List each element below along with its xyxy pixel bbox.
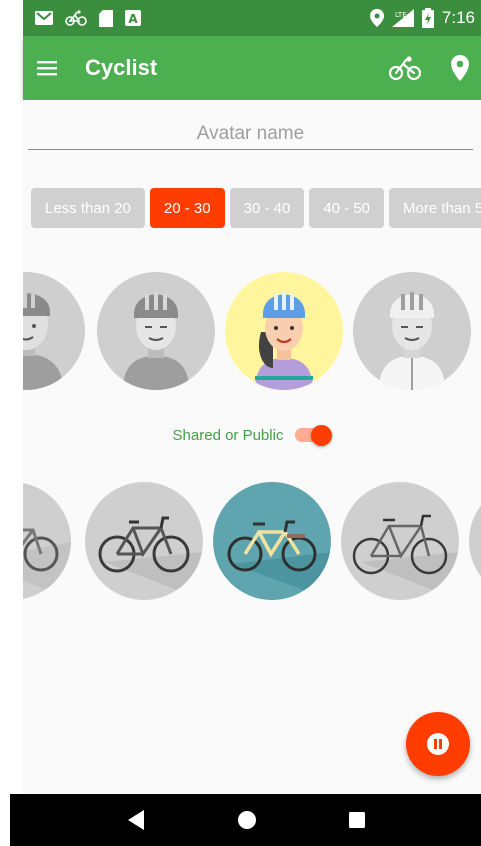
home-icon[interactable] — [237, 810, 257, 830]
shared-public-row: Shared or Public — [23, 425, 481, 446]
bike-2[interactable] — [85, 482, 203, 600]
switch-thumb — [311, 425, 333, 446]
bike-carousel — [23, 482, 481, 600]
menu-icon[interactable] — [35, 56, 59, 80]
a-notification-icon: A — [125, 10, 141, 26]
bike-notification-icon — [65, 10, 87, 26]
avatar-male-1[interactable] — [23, 272, 85, 390]
age-chip-20-30[interactable]: 20 - 30 — [149, 188, 225, 228]
battery-icon — [421, 8, 434, 28]
bike-4[interactable] — [341, 482, 459, 600]
location-pin-icon[interactable] — [451, 55, 469, 81]
avatar-carousel — [23, 272, 481, 390]
svg-text:LTE: LTE — [395, 11, 407, 19]
signal-icon: LTE — [391, 9, 414, 27]
app-bar: Cyclist — [23, 36, 481, 100]
status-bar: A LTE 7:16 — [23, 0, 481, 36]
pause-fab[interactable] — [406, 712, 470, 776]
recents-icon[interactable] — [348, 811, 366, 829]
avatar-name-input[interactable] — [28, 118, 473, 150]
bike-1[interactable] — [23, 482, 71, 600]
avatar-female-1-selected[interactable] — [225, 272, 343, 390]
age-chip-more-than-50[interactable]: More than 50 — [389, 188, 481, 228]
age-chip-less-than-20[interactable]: Less than 20 — [31, 188, 145, 228]
pause-icon — [427, 733, 449, 755]
system-nav-bar — [10, 794, 481, 846]
content-area: Less than 20 20 - 30 30 - 40 40 - 50 Mor… — [23, 100, 481, 794]
back-icon[interactable] — [126, 809, 146, 831]
age-chip-30-40[interactable]: 30 - 40 — [229, 188, 305, 228]
gmail-icon — [35, 11, 53, 25]
sd-card-icon — [99, 9, 113, 27]
location-icon — [369, 9, 384, 27]
avatar-male-2[interactable] — [97, 272, 215, 390]
age-range-selector: Less than 20 20 - 30 30 - 40 40 - 50 Mor… — [31, 188, 481, 228]
app-title: Cyclist — [85, 55, 158, 80]
age-chip-40-50[interactable]: 40 - 50 — [309, 188, 385, 228]
shared-public-label: Shared or Public — [172, 426, 284, 444]
svg-text:A: A — [128, 12, 138, 26]
avatar-male-3[interactable] — [353, 272, 471, 390]
bicycle-icon[interactable] — [389, 55, 421, 81]
bike-3-selected[interactable] — [213, 482, 331, 600]
bike-5[interactable] — [469, 482, 481, 600]
shared-public-switch[interactable] — [295, 425, 333, 446]
status-time: 7:16 — [441, 8, 475, 27]
